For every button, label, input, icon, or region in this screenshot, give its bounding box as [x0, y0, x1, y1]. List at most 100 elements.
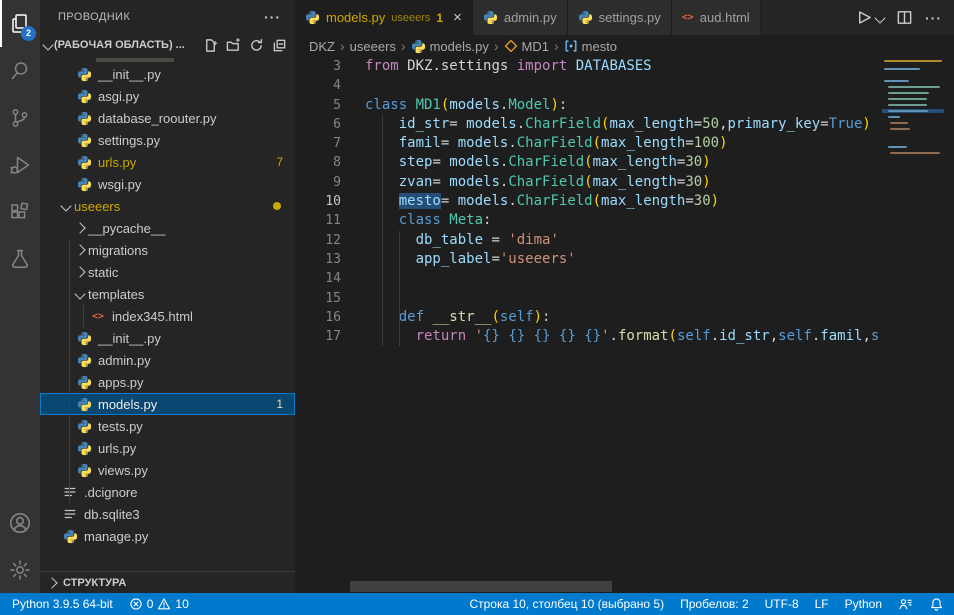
chevron-right-icon — [74, 222, 85, 233]
line-number: 5 — [295, 96, 341, 115]
new-file-icon[interactable] — [203, 38, 218, 53]
breadcrumb: DKZ›useeers›models.py›MD1›mesto — [295, 35, 954, 57]
file-icon — [62, 507, 78, 521]
tree-item-urls.py[interactable]: urls.py — [40, 437, 295, 459]
tab-admin.py[interactable]: admin.py — [473, 0, 568, 35]
tab-aud.html[interactable]: <>aud.html — [672, 0, 761, 35]
tree-item-wsgi.py[interactable]: wsgi.py — [40, 173, 295, 195]
python-icon — [76, 353, 92, 368]
tree-item-__init__.py[interactable]: __init__.py — [40, 327, 295, 349]
line-number: 6 — [295, 115, 341, 134]
minimap-line — [888, 146, 907, 148]
activity-item-extensions[interactable] — [0, 188, 40, 235]
status-bar: Python 3.9.5 64-bit 010 Строка 10, столбе… — [0, 593, 954, 615]
status-encoding[interactable]: UTF-8 — [765, 597, 799, 611]
activity-item-testing[interactable] — [0, 235, 40, 282]
tree-item-index345.html[interactable]: <>index345.html — [40, 305, 295, 327]
code-line-15: 15 — [295, 289, 954, 308]
breadcrumb-item-models.py[interactable]: models.py — [411, 39, 489, 54]
breadcrumb-item-useeers[interactable]: useeers — [350, 39, 396, 54]
status-problems[interactable]: 010 — [129, 597, 189, 611]
tree-item-tests.py[interactable]: tests.py — [40, 415, 295, 437]
tree-item-asgi.py[interactable]: asgi.py — [40, 85, 295, 107]
activity-item-accounts[interactable] — [0, 499, 40, 546]
horizontal-scrollbar[interactable] — [350, 581, 612, 592]
activity-item-search[interactable] — [0, 47, 40, 94]
new-folder-icon[interactable] — [226, 38, 241, 53]
tree-item-__pycache__[interactable]: __pycache__ — [40, 217, 295, 239]
refresh-icon[interactable] — [249, 38, 264, 53]
problems-badge: 7 — [276, 155, 283, 169]
sidebar-title-row: ПРОВОДНИК ··· — [40, 0, 295, 34]
code-line-11: 11 class Meta: — [295, 211, 954, 230]
more-actions-icon[interactable]: ··· — [925, 10, 942, 26]
python-icon — [483, 10, 498, 25]
line-number: 8 — [295, 153, 341, 172]
minimap-line — [890, 128, 910, 130]
tab-models.py[interactable]: models.pyuseeers1× — [295, 0, 473, 35]
chevron-down-icon — [74, 288, 85, 299]
breadcrumb-item-md1[interactable]: MD1 — [504, 39, 549, 54]
status-cursor-position[interactable]: Строка 10, столбец 10 (выбрано 5) — [469, 597, 664, 611]
status-indentation[interactable]: Пробелов: 2 — [680, 597, 749, 611]
minimap-line — [888, 116, 900, 118]
collapse-all-icon[interactable] — [272, 38, 287, 53]
tree-item-database_roouter.py[interactable]: database_roouter.py — [40, 107, 295, 129]
chevron-right-icon — [74, 266, 85, 277]
line-number: 13 — [295, 250, 341, 269]
tree-item-db.sqlite3[interactable]: db.sqlite3 — [40, 503, 295, 525]
tree-item-label: .dcignore — [84, 485, 137, 500]
workspace-section-header[interactable]: (РАБОЧАЯ ОБЛАСТЬ) ... — [40, 34, 295, 56]
status-notifications[interactable] — [929, 597, 944, 612]
tab-settings.py[interactable]: settings.py — [568, 0, 672, 35]
activity-item-source-control[interactable] — [0, 94, 40, 141]
activity-item-run-and-debug[interactable] — [0, 141, 40, 188]
code-line-10: 10 mesto= models.CharField(max_length=30… — [295, 192, 954, 211]
tree-item-urls.py[interactable]: urls.py7 — [40, 151, 295, 173]
tree-item-admin.py[interactable]: admin.py — [40, 349, 295, 371]
code-editor[interactable]: 3from DKZ.settings import DATABASES45cla… — [295, 57, 954, 593]
breadcrumb-label: models.py — [430, 39, 489, 54]
run-icon[interactable] — [855, 9, 872, 26]
tree-item-__init__.py[interactable]: __init__.py — [40, 63, 295, 85]
minimap[interactable] — [878, 57, 954, 593]
close-icon[interactable]: × — [453, 10, 462, 25]
tree-item-views.py[interactable]: views.py — [40, 459, 295, 481]
activity-badge: 2 — [21, 26, 36, 41]
line-number: 14 — [295, 269, 341, 288]
activity-item-explorer[interactable]: 2 — [0, 0, 40, 47]
tree-item-apps.py[interactable]: apps.py — [40, 371, 295, 393]
clipped-tree-item[interactable] — [40, 56, 295, 63]
activity-item-settings[interactable] — [0, 546, 40, 593]
tree-item-manage.py[interactable]: manage.py — [40, 525, 295, 547]
tab-bar: models.pyuseeers1× admin.py settings.py<>a… — [295, 0, 954, 35]
tree-item-label: __init__.py — [98, 331, 161, 346]
line-number: 12 — [295, 231, 341, 250]
tree-item-static[interactable]: static — [40, 261, 295, 283]
tree-item-label: tests.py — [98, 419, 143, 434]
tree-item-useeers[interactable]: useeers — [40, 195, 295, 217]
status-tweet-feedback[interactable] — [898, 597, 913, 612]
line-number: 4 — [295, 76, 341, 95]
more-actions-icon[interactable]: ··· — [264, 9, 281, 25]
tree-item-label: useeers — [74, 199, 120, 214]
status-eol[interactable]: LF — [815, 597, 829, 611]
error-count: 0 — [147, 597, 154, 611]
breadcrumb-item-mesto[interactable]: mesto — [564, 39, 617, 54]
outline-section-header[interactable]: СТРУКТУРА — [40, 571, 295, 593]
tree-item-.dcignore[interactable]: .dcignore — [40, 481, 295, 503]
chevron-down-icon — [42, 39, 53, 50]
activity-bar: 2 — [0, 0, 40, 593]
split-editor-icon[interactable] — [896, 9, 913, 26]
run-dropdown-icon[interactable] — [874, 12, 885, 23]
tree-item-settings.py[interactable]: settings.py — [40, 129, 295, 151]
status-language-mode[interactable]: Python — [845, 597, 882, 611]
breadcrumb-item-dkz[interactable]: DKZ — [309, 39, 335, 54]
tree-item-templates[interactable]: templates — [40, 283, 295, 305]
minimap-line — [890, 122, 908, 124]
status-python-interpreter[interactable]: Python 3.9.5 64-bit — [12, 597, 113, 611]
tree-item-label: urls.py — [98, 441, 136, 456]
tree-item-models.py[interactable]: models.py1 — [40, 393, 295, 415]
tree-item-migrations[interactable]: migrations — [40, 239, 295, 261]
tab-label: admin.py — [504, 10, 557, 25]
